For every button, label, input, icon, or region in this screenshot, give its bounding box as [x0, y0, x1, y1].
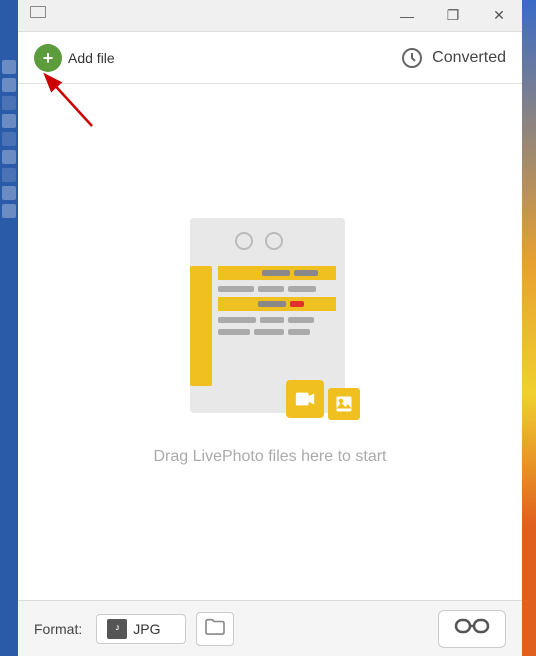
- taskbar-icon-8: [2, 186, 16, 200]
- converted-status: Converted: [400, 46, 506, 70]
- maximize-button[interactable]: ❐: [430, 0, 476, 32]
- format-label: Format:: [34, 621, 82, 637]
- title-bar: — ❐ ✕: [18, 0, 522, 32]
- row4-bar2: [260, 317, 284, 323]
- row5-bar1: [218, 329, 250, 335]
- row1-bar3: [294, 270, 318, 276]
- close-icon: ✕: [493, 7, 505, 24]
- livephoto-image-icon: [328, 388, 360, 420]
- doc-row-1: [218, 266, 336, 280]
- row2-bar2: [258, 286, 284, 292]
- drop-illustration: [180, 218, 360, 428]
- row4-bar1: [218, 317, 256, 323]
- add-file-icon: +: [34, 44, 62, 72]
- taskbar-icon-4: [2, 114, 16, 128]
- close-button[interactable]: ✕: [476, 0, 522, 32]
- taskbar-icon-7: [2, 168, 16, 182]
- doc-circles: [235, 232, 283, 250]
- minimize-button[interactable]: —: [384, 0, 430, 32]
- desktop-right-bar: [522, 0, 536, 656]
- format-value: JPG: [133, 621, 160, 637]
- doc-rows: [218, 266, 336, 340]
- row2-bar3: [288, 286, 316, 292]
- title-bar-controls: — ❐ ✕: [384, 0, 522, 31]
- drop-text: Drag LivePhoto files here to start: [153, 448, 386, 466]
- main-content: Drag LivePhoto files here to start: [18, 84, 522, 600]
- doc-sidebar: [190, 266, 212, 386]
- add-file-label: Add file: [68, 50, 115, 66]
- bottom-bar: Format: J JPG: [18, 600, 522, 656]
- app-window: — ❐ ✕ + Add file: [18, 0, 522, 656]
- add-file-button[interactable]: + Add file: [34, 44, 115, 72]
- taskbar-icon-6: [2, 150, 16, 164]
- maximize-icon: ❐: [447, 7, 460, 24]
- jpg-format-icon: J: [107, 619, 127, 639]
- desktop-icons: [0, 0, 18, 656]
- doc-row-2: [218, 286, 336, 292]
- row4-bar3: [288, 317, 314, 323]
- doc-row-3: [218, 297, 336, 311]
- row2-bar1: [218, 286, 254, 292]
- format-selector[interactable]: J JPG: [96, 614, 186, 644]
- row3-bar2: [258, 301, 286, 307]
- folder-button[interactable]: [196, 612, 234, 646]
- taskbar-icon-3: [2, 96, 16, 110]
- row5-bar3: [288, 329, 310, 335]
- minimize-icon: —: [400, 8, 414, 24]
- taskbar-icon-5: [2, 132, 16, 146]
- doc-row-4: [218, 317, 336, 323]
- row1-bar2: [262, 270, 290, 276]
- app-menu-icon: [30, 6, 46, 18]
- row1-bar1: [220, 270, 258, 276]
- row3-bar3: [290, 301, 304, 307]
- livephoto-video-icon: [286, 380, 324, 418]
- taskbar-icon-9: [2, 204, 16, 218]
- converted-label: Converted: [432, 49, 506, 67]
- convert-icon: [454, 612, 490, 646]
- doc-circle-2: [265, 232, 283, 250]
- folder-icon: [204, 617, 226, 640]
- doc-circle-1: [235, 232, 253, 250]
- row5-bar2: [254, 329, 284, 335]
- toolbar: + Add file Converted: [18, 32, 522, 84]
- taskbar-icon-1: [2, 60, 16, 74]
- convert-button[interactable]: [438, 610, 506, 648]
- doc-row-5: [218, 329, 336, 335]
- row3-bar1: [220, 301, 254, 307]
- livephoto-icons: [286, 380, 360, 418]
- clock-icon: [400, 46, 424, 70]
- taskbar-icon-2: [2, 78, 16, 92]
